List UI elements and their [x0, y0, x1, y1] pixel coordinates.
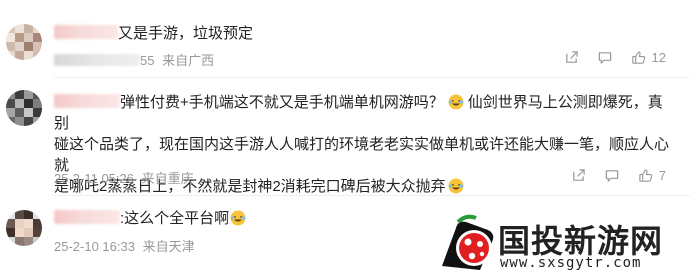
- comment-text-line1: 弹性付费+手机端这不就又是手机端单机网游吗？: [120, 94, 444, 111]
- avatar[interactable]: [6, 210, 42, 246]
- comment-location: 来自重庆: [141, 171, 194, 186]
- time-redacted: [54, 54, 140, 66]
- comment-meta: 55 来自广西: [54, 50, 218, 69]
- like-count: 12: [651, 50, 666, 65]
- comment-text: :这么个全平台啊: [54, 208, 674, 229]
- comment-meta: 25-2-10 16:33 来自天津: [54, 236, 199, 255]
- comment-location: 来自广西: [162, 53, 215, 68]
- comment-location: 来自天津: [142, 239, 195, 254]
- laughing-emoji-icon: [448, 94, 464, 110]
- comment-actions: 12: [564, 50, 666, 65]
- comment-text-content: 又是手游，垃圾预定: [118, 25, 254, 42]
- avatar[interactable]: [6, 24, 42, 60]
- comment-item: 弹性付费+手机端这不就又是手机端单机网游吗？ 仙剑世界马上公测即爆死，真别 碰这个…: [0, 78, 690, 196]
- comment-time: 25-2-11 05:26: [54, 171, 134, 186]
- reply-icon[interactable]: [597, 50, 613, 65]
- username-redacted[interactable]: [54, 25, 118, 39]
- thumbs-up-icon: [631, 51, 645, 64]
- thumbs-up-icon: [639, 169, 653, 182]
- username-redacted[interactable]: [54, 94, 120, 108]
- comment-text: 又是手游，垃圾预定: [54, 23, 674, 44]
- comment-item: 又是手游，垃圾预定 55 来自广西 12: [0, 0, 690, 78]
- comment-item: :这么个全平台啊 25-2-10 16:33 来自天津: [0, 196, 690, 277]
- like-count: 7: [658, 168, 666, 183]
- like-button[interactable]: 12: [631, 50, 666, 65]
- share-icon[interactable]: [564, 50, 579, 65]
- avatar[interactable]: [6, 90, 42, 126]
- username-redacted[interactable]: [54, 210, 120, 224]
- reply-icon[interactable]: [604, 168, 620, 183]
- laughing-emoji-icon: [448, 178, 464, 194]
- comment-time: 55: [140, 53, 155, 68]
- laughing-emoji-icon: [230, 210, 246, 226]
- comment-time: 25-2-10 16:33: [54, 239, 135, 254]
- comment-meta: 25-2-11 05:26 来自重庆: [54, 168, 198, 187]
- share-icon[interactable]: [571, 168, 586, 183]
- comment-text-content: :这么个全平台啊: [120, 210, 230, 227]
- like-button[interactable]: 7: [638, 168, 666, 183]
- comment-actions: 7: [571, 168, 666, 183]
